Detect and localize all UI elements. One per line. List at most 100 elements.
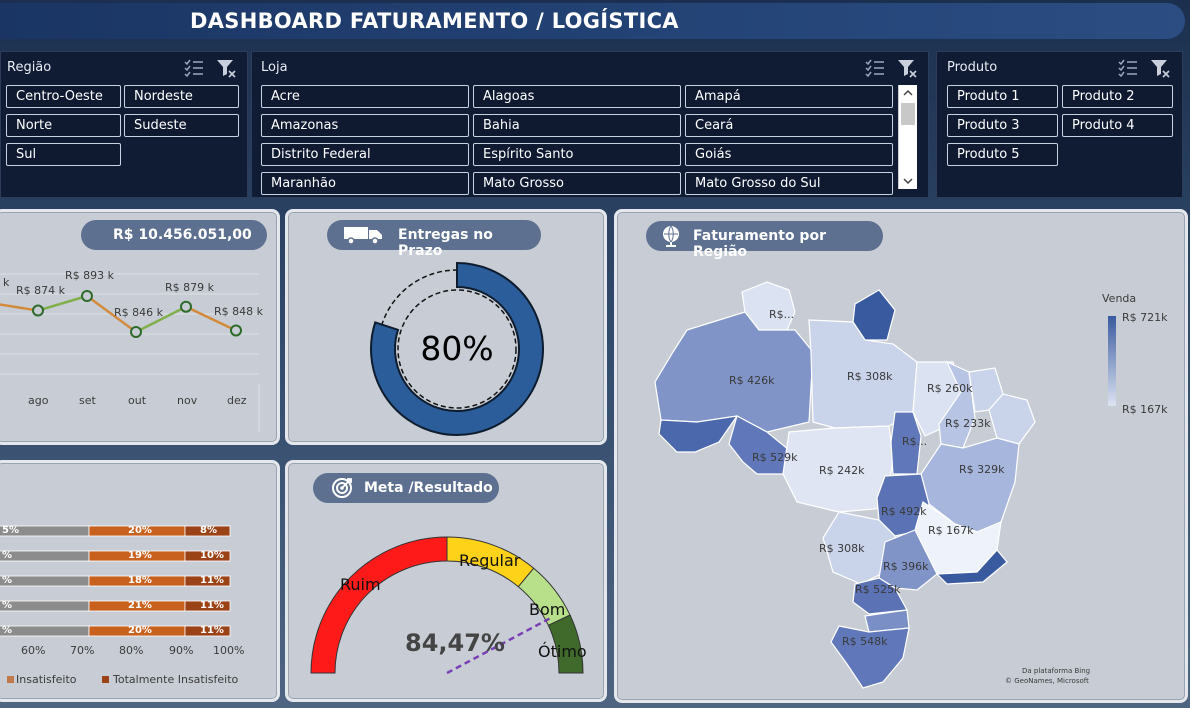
x-tick-nov: nov bbox=[177, 394, 198, 407]
revenue-line-chart bbox=[0, 273, 260, 432]
slicer-produto: Produto Produto 1 Produto 2 Produto 3 Pr… bbox=[936, 51, 1183, 198]
satisfaction-bar-segment bbox=[0, 575, 90, 587]
satisfaction-bar-label: 20% bbox=[128, 625, 152, 636]
x-tick-set: set bbox=[79, 394, 96, 407]
slicer-item-acre[interactable]: Acre bbox=[261, 85, 469, 108]
deliveries-card: Entregas no Prazo 80% bbox=[285, 209, 607, 445]
slicer-item-goias[interactable]: Goiás bbox=[685, 143, 893, 166]
slicer-item-centro-oeste[interactable]: Centro-Oeste bbox=[6, 85, 121, 108]
x-tick-ago: ago bbox=[28, 394, 49, 407]
slicer-item-produto-2[interactable]: Produto 2 bbox=[1062, 85, 1173, 108]
map-label-rr: R$... bbox=[769, 308, 795, 321]
chevron-up-icon[interactable] bbox=[899, 85, 917, 101]
deliveries-value: 80% bbox=[420, 329, 494, 368]
brazil-map bbox=[654, 281, 1036, 689]
map-label-mt: R$ 242k bbox=[819, 464, 865, 477]
slicer-item-produto-5[interactable]: Produto 5 bbox=[947, 143, 1058, 166]
slicer-loja-title: Loja bbox=[261, 60, 288, 75]
map-label-pi: R$ 260k bbox=[927, 382, 973, 395]
region-nordeste-leste bbox=[988, 393, 1036, 445]
zone-label-bom: Bom bbox=[529, 600, 566, 619]
goal-card: Meta /Resultado Ruim Regular Bom Ótimo 8… bbox=[285, 460, 607, 702]
slicer-item-mato-grosso[interactable]: Mato Grosso bbox=[473, 172, 681, 195]
slicer-item-bahia[interactable]: Bahia bbox=[473, 114, 681, 137]
map-credit-bing: Da plataforma Bing bbox=[1022, 667, 1091, 675]
data-point bbox=[81, 290, 93, 302]
slicer-item-espirito-santo[interactable]: Espírito Santo bbox=[473, 143, 681, 166]
slicer-produto-title: Produto bbox=[947, 60, 998, 75]
map-label-mg: R$ 167k bbox=[928, 524, 974, 537]
map-label-ro: R$ 529k bbox=[752, 451, 798, 464]
multi-select-icon[interactable] bbox=[1117, 57, 1139, 79]
slicer-item-nordeste[interactable]: Nordeste bbox=[124, 85, 239, 108]
map-label-ms: R$ 308k bbox=[819, 542, 865, 555]
slicer-item-mato-grosso-do-sul[interactable]: Mato Grosso do Sul bbox=[685, 172, 893, 195]
map-label-pr: R$ 525k bbox=[855, 583, 901, 596]
zone-label-otimo: Ótimo bbox=[538, 642, 587, 661]
clear-filter-icon[interactable] bbox=[896, 57, 918, 79]
goal-value: 84,47% bbox=[405, 629, 505, 657]
slicer-item-ceara[interactable]: Ceará bbox=[685, 114, 893, 137]
partial-point-label: k bbox=[3, 276, 10, 289]
slicer-item-maranhao[interactable]: Maranhão bbox=[261, 172, 469, 195]
clear-filter-icon[interactable] bbox=[215, 57, 237, 79]
slicer-item-norte[interactable]: Norte bbox=[6, 114, 121, 137]
map-legend-max: R$ 721k bbox=[1122, 311, 1168, 324]
x-tick-90: 90% bbox=[169, 644, 194, 657]
slicer-item-alagoas[interactable]: Alagoas bbox=[473, 85, 681, 108]
x-tick-70: 70% bbox=[70, 644, 95, 657]
map-label-ce: R$ 233k bbox=[945, 417, 991, 430]
multi-select-icon[interactable] bbox=[864, 57, 886, 79]
map-legend-min: R$ 167k bbox=[1122, 403, 1168, 416]
page-title: DASHBOARD FATURAMENTO / LOGÍSTICA bbox=[190, 9, 679, 33]
multi-select-icon[interactable] bbox=[183, 57, 205, 79]
slicer-item-amazonas[interactable]: Amazonas bbox=[261, 114, 469, 137]
point-label-ago: R$ 874 k bbox=[16, 284, 66, 297]
satisfaction-bar-label: 11% bbox=[200, 625, 224, 636]
point-label-set: R$ 893 k bbox=[65, 269, 115, 282]
zone-label-regular: Regular bbox=[459, 551, 521, 570]
slicer-item-produto-1[interactable]: Produto 1 bbox=[947, 85, 1058, 108]
legend-swatch-insatisfeito bbox=[7, 676, 14, 683]
x-tick-dez: dez bbox=[227, 394, 247, 407]
map-label-ba: R$ 329k bbox=[959, 463, 1005, 476]
map-legend-gradient bbox=[1108, 316, 1116, 406]
satisfaction-bar-label: 8% bbox=[200, 525, 217, 536]
deliveries-donut-chart bbox=[370, 261, 544, 436]
slicer-item-sul[interactable]: Sul bbox=[6, 143, 121, 166]
revenue-card: R$ 10.456.051,00 k R$ 874 k R$ 893 k R$ … bbox=[0, 209, 280, 445]
satisfaction-bar-segment bbox=[0, 550, 90, 562]
point-label-dez: R$ 848 k bbox=[214, 305, 264, 318]
legend-swatch-totalmente bbox=[102, 676, 109, 683]
map-label-pa: R$ 308k bbox=[847, 370, 893, 383]
satisfaction-bar-label: 21% bbox=[128, 600, 152, 611]
data-point bbox=[230, 324, 242, 337]
slicer-item-distrito-federal[interactable]: Distrito Federal bbox=[261, 143, 469, 166]
zone-label-ruim: Ruim bbox=[340, 575, 381, 594]
slicer-item-sudeste[interactable]: Sudeste bbox=[124, 114, 239, 137]
region-amazonas bbox=[654, 311, 814, 433]
map-card: Faturamento por Região R$... R$ 426k R$ … bbox=[614, 209, 1188, 703]
slicer-scrollbar[interactable] bbox=[898, 85, 917, 189]
satisfaction-bar-label: 10% bbox=[200, 550, 224, 561]
satisfaction-card: 5% 20% 8%% 19% 10%% 18% 11%% 21% 11%% 20% 11% 60% … bbox=[0, 460, 280, 702]
data-point bbox=[32, 304, 44, 317]
satisfaction-bar-label: % bbox=[2, 550, 13, 561]
satisfaction-bar-label: 5% bbox=[2, 525, 19, 536]
legend-totalmente: Totalmente Insatisfeito bbox=[113, 673, 239, 686]
x-tick-80: 80% bbox=[119, 644, 144, 657]
satisfaction-bar-label: % bbox=[2, 575, 13, 586]
scrollbar-thumb[interactable] bbox=[901, 103, 915, 125]
clear-filter-icon[interactable] bbox=[1149, 57, 1171, 79]
x-tick-60: 60% bbox=[21, 644, 46, 657]
slicer-item-produto-3[interactable]: Produto 3 bbox=[947, 114, 1058, 137]
satisfaction-bar-label: % bbox=[2, 625, 13, 636]
satisfaction-bar-label: 20% bbox=[128, 525, 152, 536]
satisfaction-bar-label: 11% bbox=[200, 600, 224, 611]
chevron-down-icon[interactable] bbox=[899, 173, 917, 189]
point-label-nov: R$ 879 k bbox=[165, 281, 215, 294]
satisfaction-bar-label: 19% bbox=[128, 550, 152, 561]
map-label-rs: R$ 548k bbox=[842, 635, 888, 648]
slicer-item-produto-4[interactable]: Produto 4 bbox=[1062, 114, 1173, 137]
slicer-item-amapa[interactable]: Amapá bbox=[685, 85, 893, 108]
